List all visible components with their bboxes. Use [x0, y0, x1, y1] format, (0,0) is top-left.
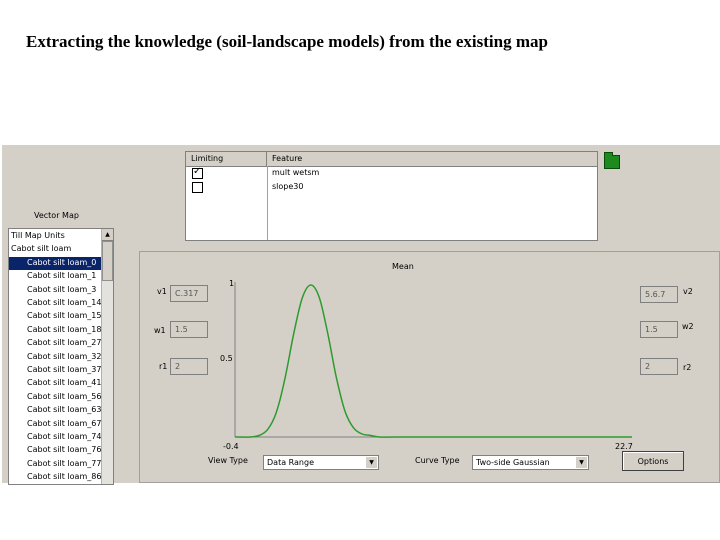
chevron-down-icon[interactable]: ▼: [576, 457, 587, 468]
chevron-down-icon[interactable]: ▼: [366, 457, 377, 468]
membership-curve-plot: [234, 282, 632, 438]
view-type-label: View Type: [208, 456, 248, 465]
curve-type-label: Curve Type: [415, 456, 460, 465]
knowledge-extraction-window: Limiting Feature mult wetsm slope30 Vect…: [2, 145, 720, 485]
slide-title: Extracting the knowledge (soil-landscape…: [26, 32, 548, 51]
curve-type-select[interactable]: Two-side Gaussian ▼: [472, 455, 589, 470]
view-type-select[interactable]: Data Range ▼: [263, 455, 379, 470]
options-button[interactable]: Options: [622, 451, 684, 471]
membership-curve-line: [234, 284, 632, 438]
